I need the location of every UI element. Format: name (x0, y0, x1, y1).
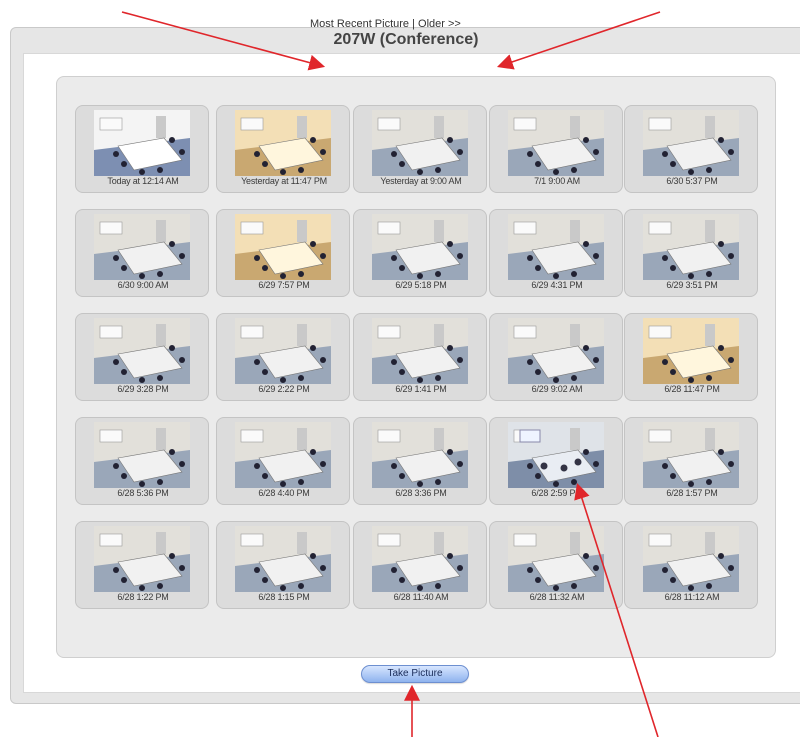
thumbnail-tile[interactable]: Yesterday at 9:00 AM (353, 105, 487, 193)
room-photo (235, 422, 331, 488)
thumbnail-tile[interactable]: 6/28 5:36 PM (75, 417, 209, 505)
thumbnail-tile[interactable]: 6/28 1:22 PM (75, 521, 209, 609)
thumbnail-tile[interactable]: 6/29 3:28 PM (75, 313, 209, 401)
thumbnail-caption: 6/29 2:22 PM (258, 384, 310, 394)
thumbnail-caption: Yesterday at 11:47 PM (241, 176, 327, 186)
room-photo (94, 526, 190, 592)
thumbnail-caption: 6/30 5:37 PM (666, 176, 718, 186)
thumbnail-caption: Yesterday at 9:00 AM (380, 176, 462, 186)
thumbnail-caption: 6/29 4:31 PM (531, 280, 583, 290)
thumbnail-tile[interactable]: 6/29 7:57 PM (216, 209, 350, 297)
thumbnail-caption: 6/30 9:00 AM (117, 280, 169, 290)
room-photo (643, 214, 739, 280)
thumbnail-tile[interactable]: 6/28 1:57 PM (624, 417, 758, 505)
room-photo (235, 318, 331, 384)
room-photo (508, 318, 604, 384)
window-title: 207W (Conference) (333, 31, 479, 48)
thumbnail-tile[interactable]: 6/28 11:47 PM (624, 313, 758, 401)
thumbnail-tile[interactable]: 6/28 4:40 PM (216, 417, 350, 505)
nav-separator: | (412, 18, 415, 30)
thumbnail-caption: 6/29 3:28 PM (117, 384, 169, 394)
thumbnail-caption: 6/28 2:59 PM (531, 488, 583, 498)
room-photo (372, 214, 468, 280)
room-photo (643, 422, 739, 488)
thumbnail-tile[interactable]: 6/28 11:12 AM (624, 521, 758, 609)
room-photo (94, 110, 190, 176)
room-photo (643, 110, 739, 176)
thumbnail-caption: 6/29 7:57 PM (258, 280, 310, 290)
room-photo (508, 214, 604, 280)
thumbnail-tile[interactable]: 6/29 5:18 PM (353, 209, 487, 297)
thumbnail-tile[interactable]: 6/30 5:37 PM (624, 105, 758, 193)
room-photo (235, 526, 331, 592)
thumbnail-tile[interactable]: 6/29 1:41 PM (353, 313, 487, 401)
room-photo (372, 526, 468, 592)
thumbnail-caption: 6/28 4:40 PM (258, 488, 310, 498)
thumbnail-caption: 6/28 3:36 PM (395, 488, 447, 498)
thumbnail-caption: 6/28 11:32 AM (529, 592, 585, 602)
thumbnail-caption: 6/28 11:40 AM (393, 592, 449, 602)
room-photo (508, 422, 604, 488)
thumbnail-caption: 6/29 3:51 PM (666, 280, 718, 290)
thumbnail-tile[interactable]: 6/29 9:02 AM (489, 313, 623, 401)
thumbnail-caption: 6/28 11:12 AM (664, 592, 720, 602)
thumbnail-tile[interactable]: 6/29 3:51 PM (624, 209, 758, 297)
most-recent-link[interactable]: Most Recent Picture (310, 18, 409, 30)
thumbnail-caption: 6/28 1:57 PM (666, 488, 718, 498)
thumbnail-caption: Today at 12:14 AM (107, 176, 179, 186)
thumbnail-caption: 6/28 5:36 PM (117, 488, 169, 498)
room-photo (372, 110, 468, 176)
thumbnail-tile[interactable]: 6/30 9:00 AM (75, 209, 209, 297)
room-photo (94, 422, 190, 488)
room-photo (508, 110, 604, 176)
thumbnail-caption: 6/28 11:47 PM (664, 384, 720, 394)
room-photo (643, 318, 739, 384)
thumbnail-caption: 6/29 9:02 AM (531, 384, 583, 394)
take-picture-button[interactable]: Take Picture (361, 665, 469, 683)
room-photo (372, 318, 468, 384)
room-photo (94, 214, 190, 280)
room-photo (372, 422, 468, 488)
thumbnail-caption: 7/1 9:00 AM (534, 176, 580, 186)
room-photo (235, 214, 331, 280)
thumbnail-tile[interactable]: 7/1 9:00 AM (489, 105, 623, 193)
thumbnail-tile[interactable]: 6/29 4:31 PM (489, 209, 623, 297)
thumbnail-tile[interactable]: 6/29 2:22 PM (216, 313, 350, 401)
thumbnail-gallery: Today at 12:14 AM Yesterday at 11:47 PM Ye… (56, 76, 776, 658)
thumbnail-tile[interactable]: 6/28 1:15 PM (216, 521, 350, 609)
room-photo (94, 318, 190, 384)
thumbnail-caption: 6/28 1:15 PM (258, 592, 310, 602)
room-photo (643, 526, 739, 592)
room-photo (508, 526, 604, 592)
thumbnail-tile[interactable]: 6/28 11:40 AM (353, 521, 487, 609)
thumbnail-caption: 6/29 1:41 PM (395, 384, 447, 394)
thumbnail-caption: 6/28 1:22 PM (117, 592, 169, 602)
thumbnail-caption: 6/29 5:18 PM (395, 280, 447, 290)
thumbnail-tile[interactable]: Today at 12:14 AM (75, 105, 209, 193)
older-link[interactable]: Older >> (418, 18, 461, 30)
thumbnail-tile[interactable]: 6/28 11:32 AM (489, 521, 623, 609)
room-photo (235, 110, 331, 176)
thumbnail-tile[interactable]: 6/28 2:59 PM (489, 417, 623, 505)
thumbnail-tile[interactable]: 6/28 3:36 PM (353, 417, 487, 505)
thumbnail-tile[interactable]: Yesterday at 11:47 PM (216, 105, 350, 193)
